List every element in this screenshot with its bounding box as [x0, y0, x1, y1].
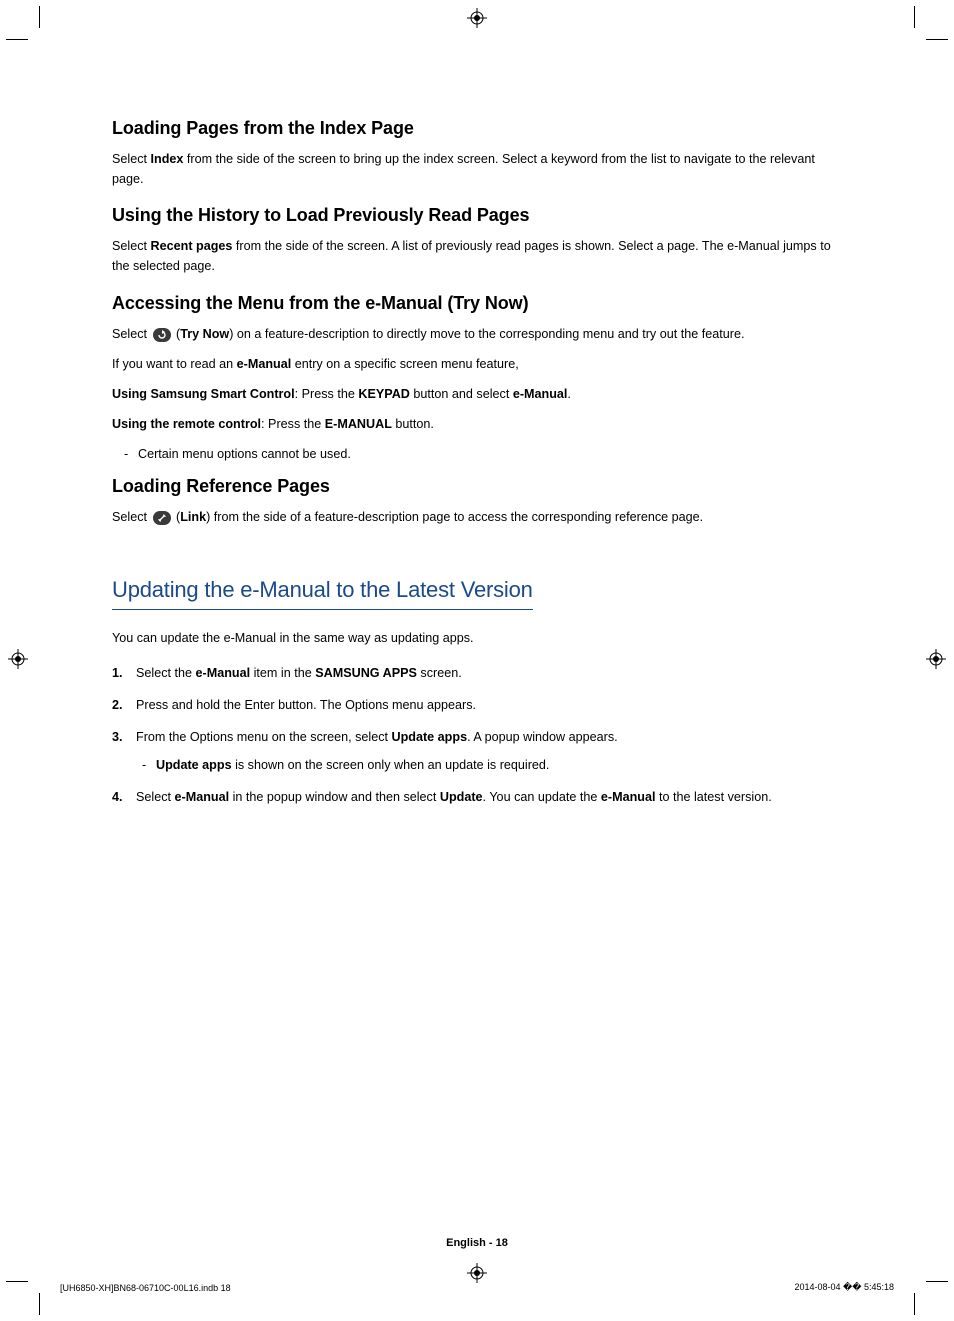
bold-text: Update apps	[392, 730, 468, 744]
bold-text: e-Manual	[601, 790, 656, 804]
paragraph: Using Samsung Smart Control: Press the K…	[112, 384, 842, 404]
section-accessing-menu: Accessing the Menu from the e-Manual (Tr…	[112, 293, 842, 465]
text: Select	[112, 510, 151, 524]
text: If you want to read an	[112, 357, 237, 371]
bold-text: e-Manual	[175, 790, 230, 804]
intro-paragraph: You can update the e-Manual in the same …	[112, 628, 842, 648]
text: ) on a feature-description to directly m…	[229, 327, 744, 341]
note-list: Certain menu options cannot be used.	[112, 444, 842, 464]
text: to the latest version.	[656, 790, 772, 804]
crop-mark	[6, 39, 28, 40]
text: from the side of the screen to bring up …	[112, 152, 815, 186]
imprint-filename: [UH6850-XH]BN68-06710C-00L16.indb 18	[60, 1283, 231, 1293]
registration-mark-icon	[467, 8, 487, 28]
bold-text: KEYPAD	[358, 387, 410, 401]
bold-text: Try Now	[180, 327, 229, 341]
bold-text: e-Manual	[237, 357, 292, 371]
bold-text: Update apps	[156, 758, 232, 772]
registration-mark-icon	[8, 649, 28, 669]
paragraph: Select (Try Now) on a feature-descriptio…	[112, 324, 842, 344]
text: : Press the	[295, 387, 359, 401]
text: Select	[112, 327, 151, 341]
imprint-timestamp: 2014-08-04 �� 5:45:18	[794, 1282, 894, 1293]
text: button and select	[410, 387, 513, 401]
text: Press and hold the Enter button. The Opt…	[136, 698, 476, 712]
bold-text: Using Samsung Smart Control	[112, 387, 295, 401]
text: .	[567, 387, 571, 401]
text: Select the	[136, 666, 196, 680]
crop-mark	[6, 1281, 28, 1282]
bold-text: Using the remote control	[112, 417, 261, 431]
bold-text: SAMSUNG APPS	[315, 666, 417, 680]
crop-mark	[926, 39, 948, 40]
paragraph: Select Index from the side of the screen…	[112, 149, 842, 189]
registration-mark-icon	[467, 1263, 487, 1283]
page-number: English - 18	[0, 1237, 954, 1249]
section-loading-reference: Loading Reference Pages Select (Link) fr…	[112, 476, 842, 527]
bold-text: Recent pages	[151, 239, 233, 253]
bold-text: e-Manual	[196, 666, 251, 680]
bold-text: Index	[151, 152, 184, 166]
crop-mark	[926, 1281, 948, 1282]
paragraph: Select (Link) from the side of a feature…	[112, 507, 842, 527]
crop-mark	[39, 6, 40, 28]
link-icon	[153, 511, 171, 525]
text: . A popup window appears.	[467, 730, 618, 744]
bold-text: e-Manual	[513, 387, 568, 401]
paragraph: If you want to read an e-Manual entry on…	[112, 354, 842, 374]
paragraph: Using the remote control: Press the E-MA…	[112, 414, 842, 434]
registration-mark-icon	[926, 649, 946, 669]
text: Select	[136, 790, 175, 804]
text: From the Options menu on the screen, sel…	[136, 730, 392, 744]
section-history: Using the History to Load Previously Rea…	[112, 205, 842, 276]
section-heading: Accessing the Menu from the e-Manual (Tr…	[112, 293, 842, 314]
text: : Press the	[261, 417, 325, 431]
step-item: Select the e-Manual item in the SAMSUNG …	[112, 663, 842, 683]
bold-text: Update	[440, 790, 483, 804]
text: 2014-08-04 �� 5:45:18	[794, 1282, 894, 1293]
crop-mark	[39, 1293, 40, 1315]
step-note-item: Update apps is shown on the screen only …	[134, 755, 842, 775]
content-area: Loading Pages from the Index Page Select…	[112, 112, 842, 1251]
text: . You can update the	[483, 790, 601, 804]
step-item: Press and hold the Enter button. The Opt…	[112, 695, 842, 715]
step-item: From the Options menu on the screen, sel…	[112, 727, 842, 775]
section-loading-index: Loading Pages from the Index Page Select…	[112, 118, 842, 189]
step-item: Select e-Manual in the popup window and …	[112, 787, 842, 807]
try-now-icon	[153, 328, 171, 342]
text: screen.	[417, 666, 462, 680]
steps-list: Select the e-Manual item in the SAMSUNG …	[112, 663, 842, 808]
paragraph: Select Recent pages from the side of the…	[112, 236, 842, 276]
text: is shown on the screen only when an upda…	[232, 758, 550, 772]
note-item: Certain menu options cannot be used.	[112, 444, 842, 464]
text: button.	[392, 417, 434, 431]
text: Select	[112, 239, 151, 253]
text: Select	[112, 152, 151, 166]
page: Loading Pages from the Index Page Select…	[0, 0, 954, 1321]
text: in the popup window and then select	[229, 790, 440, 804]
main-title: Updating the e-Manual to the Latest Vers…	[112, 577, 533, 610]
section-heading: Loading Reference Pages	[112, 476, 842, 497]
text: item in the	[250, 666, 315, 680]
step-note-list: Update apps is shown on the screen only …	[134, 755, 842, 775]
section-heading: Using the History to Load Previously Rea…	[112, 205, 842, 226]
bold-text: E-MANUAL	[325, 417, 392, 431]
section-heading: Loading Pages from the Index Page	[112, 118, 842, 139]
crop-mark	[914, 6, 915, 28]
text: ) from the side of a feature-description…	[206, 510, 703, 524]
bold-text: Link	[180, 510, 206, 524]
text: entry on a specific screen menu feature,	[291, 357, 519, 371]
crop-mark	[914, 1293, 915, 1315]
